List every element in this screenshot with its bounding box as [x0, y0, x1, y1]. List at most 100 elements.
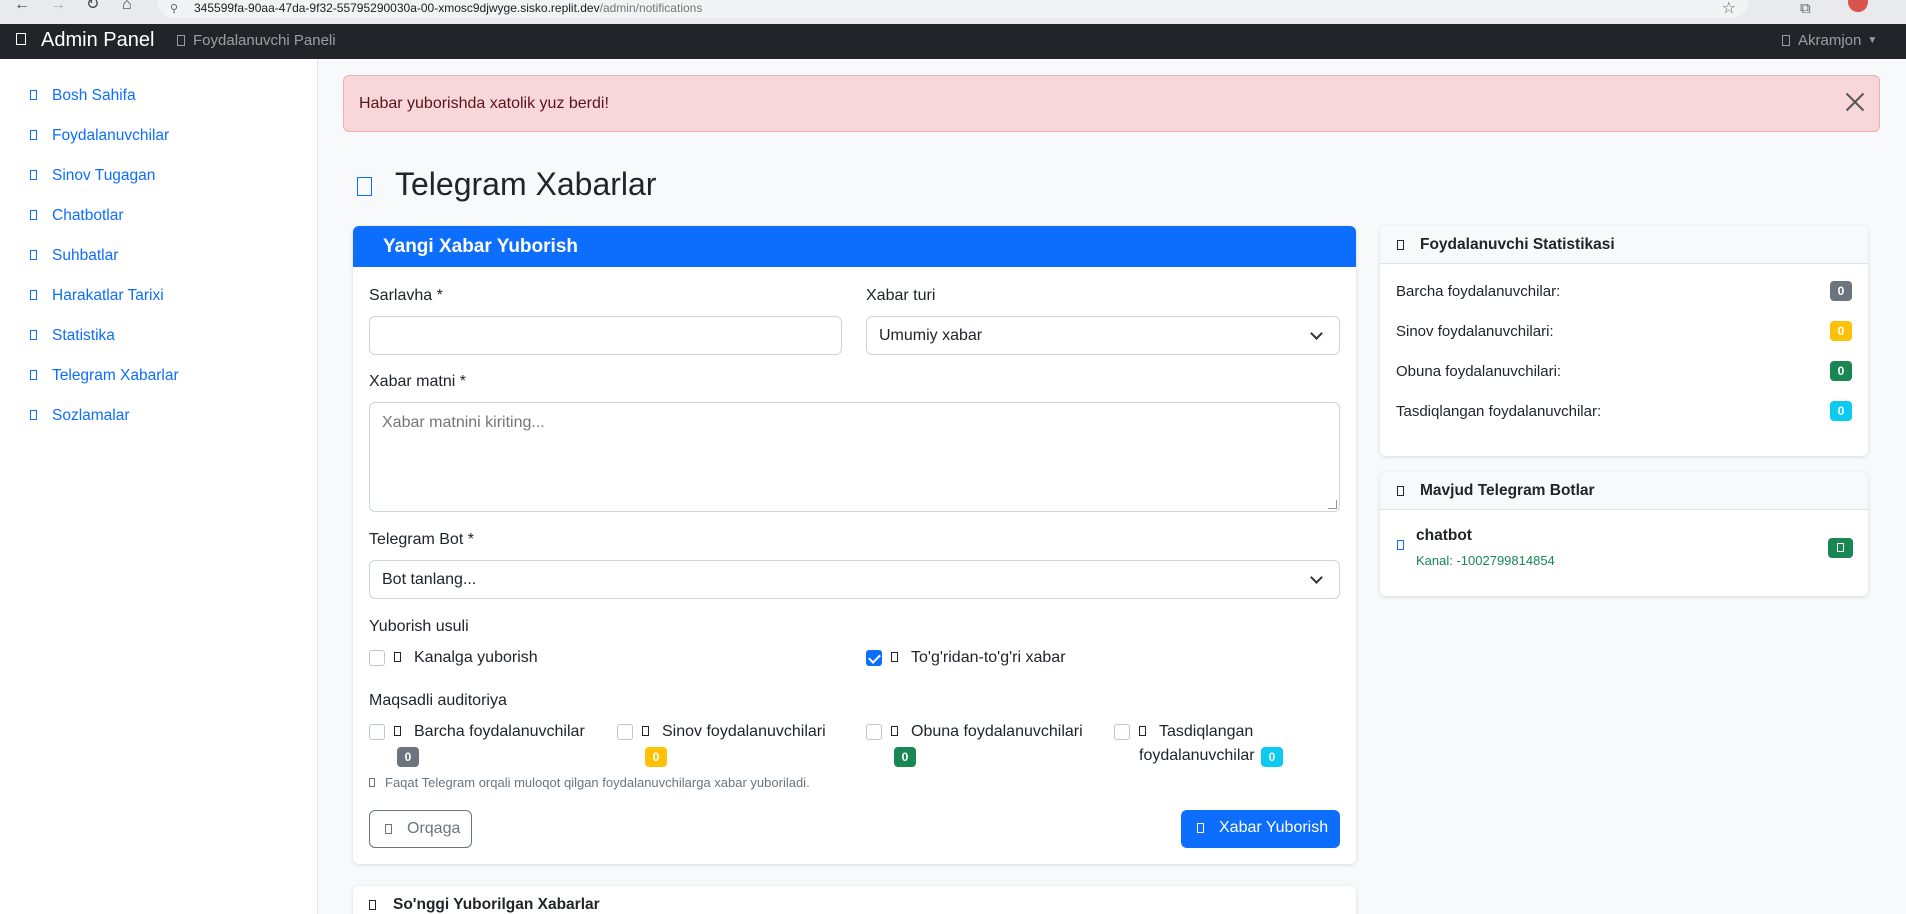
arrow-left-icon [385, 824, 392, 834]
audience-verified-count: 0 [1261, 747, 1283, 767]
extensions-icon[interactable]: ⧉ [1800, 0, 1811, 17]
home-icon[interactable]: ⌂ [122, 0, 132, 24]
new-message-card: Yangi Xabar Yuborish Sarlavha * Xabar tu… [353, 226, 1356, 864]
back-button[interactable]: Orqaga [369, 810, 472, 848]
brand-title[interactable]: Admin Panel [41, 29, 154, 52]
bookmark-star-icon[interactable]: ☆ [1722, 0, 1736, 18]
bot-status-badge [1828, 538, 1853, 558]
stat-subscribed-value: 0 [1830, 361, 1852, 381]
channel-send-checkbox[interactable] [369, 650, 385, 666]
sidebar-item-bosh-sahifa[interactable]: Bosh Sahifa [30, 87, 136, 105]
sidebar-item-chatbotlar[interactable]: Chatbotlar [30, 207, 124, 225]
bot-label: Telegram Bot * [369, 531, 474, 548]
audience-all-checkbox[interactable] [369, 724, 385, 740]
users-icon [30, 130, 37, 140]
send-message-button[interactable]: Xabar Yuborish [1181, 810, 1340, 848]
resize-handle-icon[interactable] [1328, 500, 1337, 509]
robot-icon [1397, 540, 1404, 550]
stat-trial-label: Sinov foydalanuvchilari: [1396, 323, 1554, 340]
stat-all-value: 0 [1830, 281, 1852, 301]
card-title: Yangi Xabar Yuborish [383, 236, 578, 257]
direct-message-label[interactable]: To'g'ridan-to'g'ri xabar [891, 649, 1066, 667]
sidebar-item-label: Harakatlar Tarixi [52, 287, 164, 304]
bot-name: chatbot [1416, 527, 1472, 544]
sidebar-item-foydalanuvchilar[interactable]: Foydalanuvchilar [30, 127, 169, 145]
chart-icon [30, 330, 37, 340]
browser-chrome: ← → ↻ ⌂ ⚲ 345599fa-90aa-47da-9f32-557952… [0, 0, 1906, 24]
chevron-down-icon [1310, 327, 1323, 340]
forward-arrow-icon[interactable]: → [50, 0, 66, 24]
audience-subscribed-label[interactable]: Obuna foydalanuvchilari [891, 723, 1083, 741]
profile-avatar[interactable] [1848, 0, 1868, 12]
message-text-area[interactable]: Xabar matnini kiriting... [369, 402, 1340, 512]
home-icon [30, 90, 37, 100]
sidebar-item-suhbatlar[interactable]: Suhbatlar [30, 247, 118, 265]
sidebar-item-sozlamalar[interactable]: Sozlamalar [30, 407, 130, 425]
top-navbar: Admin Panel Foydalanuvchi Paneli Akramjo… [0, 24, 1906, 59]
sidebar: Bosh Sahifa Foydalanuvchilar Sinov Tugag… [0, 59, 318, 914]
stat-verified-value: 0 [1830, 401, 1852, 421]
sidebar-item-telegram-xabarlar[interactable]: Telegram Xabarlar [30, 367, 179, 385]
audience-subscribed-checkbox[interactable] [866, 724, 882, 740]
megaphone-icon [394, 652, 401, 662]
telegram-icon [30, 370, 37, 380]
chart-icon [1397, 240, 1404, 250]
close-icon[interactable] [1845, 92, 1865, 112]
history-icon [30, 290, 37, 300]
sidebar-item-label: Statistika [52, 327, 115, 344]
reload-icon[interactable]: ↻ [86, 0, 99, 24]
audience-label: Maqsadli auditoriya [369, 692, 507, 709]
audience-trial-label[interactable]: Sinov foydalanuvchilari [642, 723, 826, 741]
bot-select-value: Bot tanlang... [382, 571, 477, 588]
sidebar-item-statistika[interactable]: Statistika [30, 327, 115, 345]
audience-verified-checkbox[interactable] [1114, 724, 1130, 740]
stats-card-title: Foydalanuvchi Statistikasi [1420, 236, 1615, 253]
user-panel-link[interactable]: Foydalanuvchi Paneli [177, 32, 336, 49]
message-type-select[interactable]: Umumiy xabar [866, 316, 1340, 355]
recent-messages-card: So'nggi Yuborilgan Xabarlar [353, 886, 1356, 914]
account-dropdown[interactable]: Akramjon ▼ [1782, 32, 1877, 49]
url-path: /admin/notifications [599, 1, 703, 15]
audience-verified-label[interactable]: Tasdiqlangan [1139, 723, 1253, 741]
check-circle-icon [1139, 726, 1146, 736]
address-bar[interactable]: ⚲ 345599fa-90aa-47da-9f32-55795290030a-0… [158, 0, 1748, 18]
info-icon [369, 778, 375, 787]
send-icon [1197, 823, 1204, 833]
caret-down-icon: ▼ [1867, 35, 1878, 46]
sidebar-item-sinov-tugagan[interactable]: Sinov Tugagan [30, 167, 155, 185]
chevron-down-icon [1310, 571, 1323, 584]
stat-trial-value: 0 [1830, 321, 1852, 341]
sidebar-item-label: Suhbatlar [52, 247, 119, 264]
send-hint: Faqat Telegram orqali muloqot qilgan foy… [369, 775, 810, 790]
direct-message-checkbox[interactable] [866, 650, 882, 666]
gear-icon [30, 410, 37, 420]
history-icon [369, 900, 376, 910]
audience-trial-count: 0 [645, 747, 667, 767]
stat-subscribed-label: Obuna foydalanuvchilari: [1396, 363, 1562, 380]
send-icon [891, 652, 898, 662]
bot-channel: Kanal: -1002799814854 [1416, 553, 1555, 568]
title-input[interactable] [369, 316, 842, 355]
clock-icon [30, 170, 37, 180]
brand-icon [16, 33, 26, 45]
send-method-label: Yuborish usuli [369, 618, 469, 635]
audience-trial-checkbox[interactable] [617, 724, 633, 740]
audience-all-label[interactable]: Barcha foydalanuvchilar [394, 723, 585, 741]
sidebar-item-harakatlar-tarixi[interactable]: Harakatlar Tarixi [30, 287, 164, 305]
message-type-value: Umumiy xabar [879, 327, 983, 344]
chat-icon [30, 250, 37, 260]
audience-subscribed-count: 0 [894, 747, 916, 767]
page-title: Telegram Xabarlar [395, 166, 657, 202]
stats-card-header: Foydalanuvchi Statistikasi [1380, 226, 1868, 264]
bot-select[interactable]: Bot tanlang... [369, 560, 1340, 599]
channel-send-label[interactable]: Kanalga yuborish [394, 649, 538, 667]
site-info-icon[interactable]: ⚲ [170, 2, 178, 15]
stat-all-label: Barcha foydalanuvchilar: [1396, 283, 1561, 300]
back-arrow-icon[interactable]: ← [14, 0, 30, 24]
telegram-bots-card: Mavjud Telegram Botlar chatbot Kanal: -1… [1380, 472, 1868, 596]
sidebar-item-label: Chatbotlar [52, 207, 124, 224]
audience-verified-label-line2[interactable]: foydalanuvchilar [1139, 747, 1255, 765]
message-type-label: Xabar turi [866, 287, 936, 304]
message-text-label: Xabar matni * [369, 373, 466, 390]
robot-icon [1397, 486, 1404, 496]
